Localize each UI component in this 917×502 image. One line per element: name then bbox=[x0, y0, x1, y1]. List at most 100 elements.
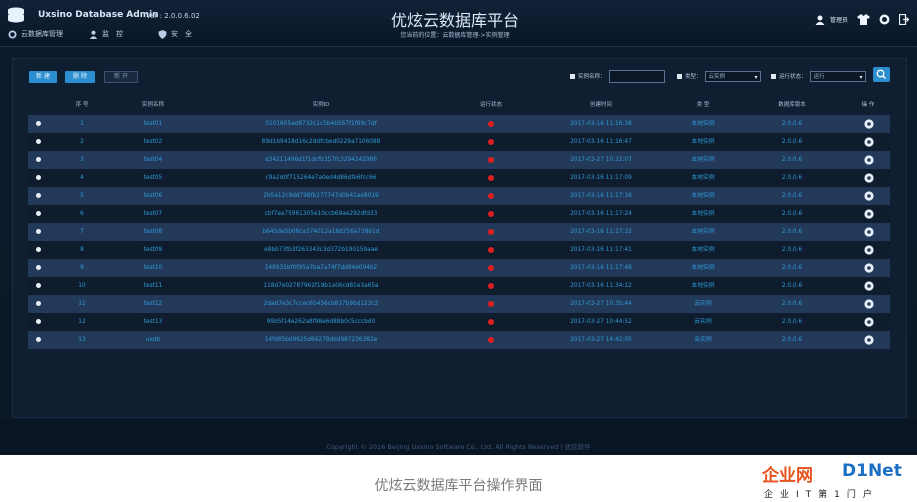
row-radio[interactable] bbox=[36, 211, 41, 216]
user-name[interactable]: 管理员 bbox=[830, 15, 848, 24]
cell-time: 2017-03-27 14:42:05 bbox=[570, 337, 632, 343]
nav-label: 安 全 bbox=[171, 30, 192, 38]
search-button[interactable] bbox=[873, 67, 890, 82]
type-select[interactable]: 云实例 ▾ bbox=[704, 70, 761, 82]
status-select-value: 运行 bbox=[813, 73, 825, 80]
status-running-dot bbox=[488, 265, 494, 271]
table-row[interactable]: 13 uxdb 14fd85bd9625d64278ddd987236382e 201… bbox=[28, 331, 890, 349]
cell-name[interactable]: test07 bbox=[123, 205, 183, 223]
row-settings-gear-icon[interactable] bbox=[864, 209, 874, 219]
version-label: Ver : 2.0.0.6.02 bbox=[146, 12, 200, 20]
row-radio[interactable] bbox=[36, 265, 41, 270]
instance-name-checkbox[interactable] bbox=[570, 73, 575, 79]
new-button[interactable]: 新 建 bbox=[29, 71, 57, 83]
logout-icon[interactable] bbox=[899, 14, 909, 25]
status-filter: 运行状态： 运行 ▾ bbox=[771, 70, 866, 82]
row-settings-gear-icon[interactable] bbox=[864, 299, 874, 309]
row-radio[interactable] bbox=[36, 247, 41, 252]
table-row[interactable]: 5 test06 2b5a12c9dd798fb277747d0b41ae8019 2… bbox=[28, 187, 890, 205]
cell-type: 本地实例 bbox=[691, 175, 715, 181]
user-icon[interactable] bbox=[815, 15, 825, 25]
chevron-down-icon: ▾ bbox=[754, 73, 758, 81]
row-settings-gear-icon[interactable] bbox=[864, 263, 874, 273]
table-row[interactable]: 2 test02 89d1b9418d16c2ddfcbed0229a7106088… bbox=[28, 133, 890, 151]
cell-name[interactable]: test04 bbox=[123, 151, 183, 169]
disconnect-button[interactable]: 断 开 bbox=[104, 71, 138, 83]
cell-ver: 2.0.0.6 bbox=[781, 157, 803, 163]
row-radio[interactable] bbox=[36, 337, 41, 342]
row-radio[interactable] bbox=[36, 319, 41, 324]
cell-name[interactable]: test13 bbox=[123, 313, 183, 331]
cell-ver: 2.0.0.6 bbox=[781, 265, 803, 271]
settings-gear-icon[interactable] bbox=[879, 14, 890, 25]
row-settings-gear-icon[interactable] bbox=[864, 137, 874, 147]
table-row[interactable]: 10 test11 118d7e02787962f19b1a06cd81e3a65a… bbox=[28, 277, 890, 295]
row-radio[interactable] bbox=[36, 193, 41, 198]
cell-no: 11 bbox=[78, 301, 86, 307]
cell-name[interactable]: test02 bbox=[123, 133, 183, 151]
row-radio[interactable] bbox=[36, 283, 41, 288]
row-settings-gear-icon[interactable] bbox=[864, 245, 874, 255]
cell-name[interactable]: test05 bbox=[123, 169, 183, 187]
d1net-watermark-logo: 企业网 D1Net 企业IT第1门户 bbox=[762, 461, 912, 501]
instance-name-input[interactable] bbox=[608, 69, 665, 83]
cell-name[interactable]: test10 bbox=[123, 259, 183, 277]
table-row[interactable]: 9 test10 248931bf0f95a7ba7a74f7dd94e094b2 2… bbox=[28, 259, 890, 277]
table-row[interactable]: 4 test05 c9a2d0f715264e7a0ed4d86dfe6fcc66 2… bbox=[28, 169, 890, 187]
row-radio[interactable] bbox=[36, 157, 41, 162]
row-settings-gear-icon[interactable] bbox=[864, 155, 874, 165]
cell-id: e8bb73fb3f263343c3d372b190159aae bbox=[264, 247, 378, 253]
row-radio[interactable] bbox=[36, 229, 41, 234]
row-radio[interactable] bbox=[36, 301, 41, 306]
status-running-dot bbox=[488, 139, 494, 145]
table-row[interactable]: 3 test04 d34211496d1f1dcfb357fc3294242986 2… bbox=[28, 151, 890, 169]
cell-id: 2dad7e3c7ccec65456cb837b9bd123c2 bbox=[263, 301, 379, 307]
row-settings-gear-icon[interactable] bbox=[864, 191, 874, 201]
row-settings-gear-icon[interactable] bbox=[864, 119, 874, 129]
row-radio[interactable] bbox=[36, 121, 41, 126]
nav-cloud-db[interactable]: 云数据库管理 bbox=[8, 29, 63, 39]
row-radio[interactable] bbox=[36, 175, 41, 180]
table-row[interactable]: 7 test08 b645de5b08ca374012a18d256a73861d 2… bbox=[28, 223, 890, 241]
cell-name[interactable]: uxdb bbox=[123, 331, 183, 349]
row-radio[interactable] bbox=[36, 139, 41, 144]
cell-name[interactable]: test11 bbox=[123, 277, 183, 295]
cell-id: d34211496d1f1dcfb357fc3294242986 bbox=[264, 157, 378, 163]
top-bar: Uxsino Database Admin Ver : 2.0.0.6.02 云… bbox=[0, 0, 917, 47]
row-settings-gear-icon[interactable] bbox=[864, 317, 874, 327]
table-row[interactable]: 1 test01 0101605ad8732c1c5b4b567f1f69c7df 2… bbox=[28, 115, 890, 133]
page-title: 优炫云数据库平台 bbox=[390, 11, 519, 30]
cell-name[interactable]: test08 bbox=[123, 223, 183, 241]
row-settings-gear-icon[interactable] bbox=[864, 335, 874, 345]
status-running-dot bbox=[488, 121, 494, 127]
row-settings-gear-icon[interactable] bbox=[864, 227, 874, 237]
status-checkbox[interactable] bbox=[771, 73, 776, 79]
shirt-icon[interactable] bbox=[857, 14, 870, 25]
nav-monitor[interactable]: 监 控 bbox=[89, 29, 123, 39]
delete-button[interactable]: 删 除 bbox=[65, 71, 95, 83]
cell-name[interactable]: test06 bbox=[123, 187, 183, 205]
table-row[interactable]: 12 test13 99b5f14e262a8f98e6d88b0c5cccbd0 2… bbox=[28, 313, 890, 331]
cell-time: 2017-03-16 11:16:47 bbox=[570, 139, 632, 145]
row-settings-gear-icon[interactable] bbox=[864, 173, 874, 183]
nav-security[interactable]: 安 全 bbox=[158, 29, 192, 39]
status-running-dot bbox=[488, 319, 494, 325]
cell-name[interactable]: test12 bbox=[123, 295, 183, 313]
status-running-dot bbox=[488, 175, 494, 181]
cell-type: 本地实例 bbox=[691, 193, 715, 199]
row-settings-gear-icon[interactable] bbox=[864, 281, 874, 291]
table-row[interactable]: 6 test07 cbf7ea75961305e10ccb69ae292dfd33 2… bbox=[28, 205, 890, 223]
type-checkbox[interactable] bbox=[677, 73, 682, 79]
table-row[interactable]: 11 test12 2dad7e3c7ccec65456cb837b9bd123c2… bbox=[28, 295, 890, 313]
user-area: 管理员 bbox=[815, 14, 909, 25]
cell-name[interactable]: test01 bbox=[123, 115, 183, 133]
table-row[interactable]: 8 test09 e8bb73fb3f263343c3d372b190159aae 2… bbox=[28, 241, 890, 259]
cell-no: 5 bbox=[80, 193, 84, 199]
cell-no: 9 bbox=[80, 265, 84, 271]
cell-name[interactable]: test09 bbox=[123, 241, 183, 259]
status-select[interactable]: 运行 ▾ bbox=[809, 70, 866, 82]
cell-time: 2017-03-16 11:17:32 bbox=[570, 229, 632, 235]
nav-label: 云数据库管理 bbox=[21, 30, 63, 38]
cell-no: 13 bbox=[78, 337, 86, 343]
cell-no: 12 bbox=[78, 319, 86, 325]
